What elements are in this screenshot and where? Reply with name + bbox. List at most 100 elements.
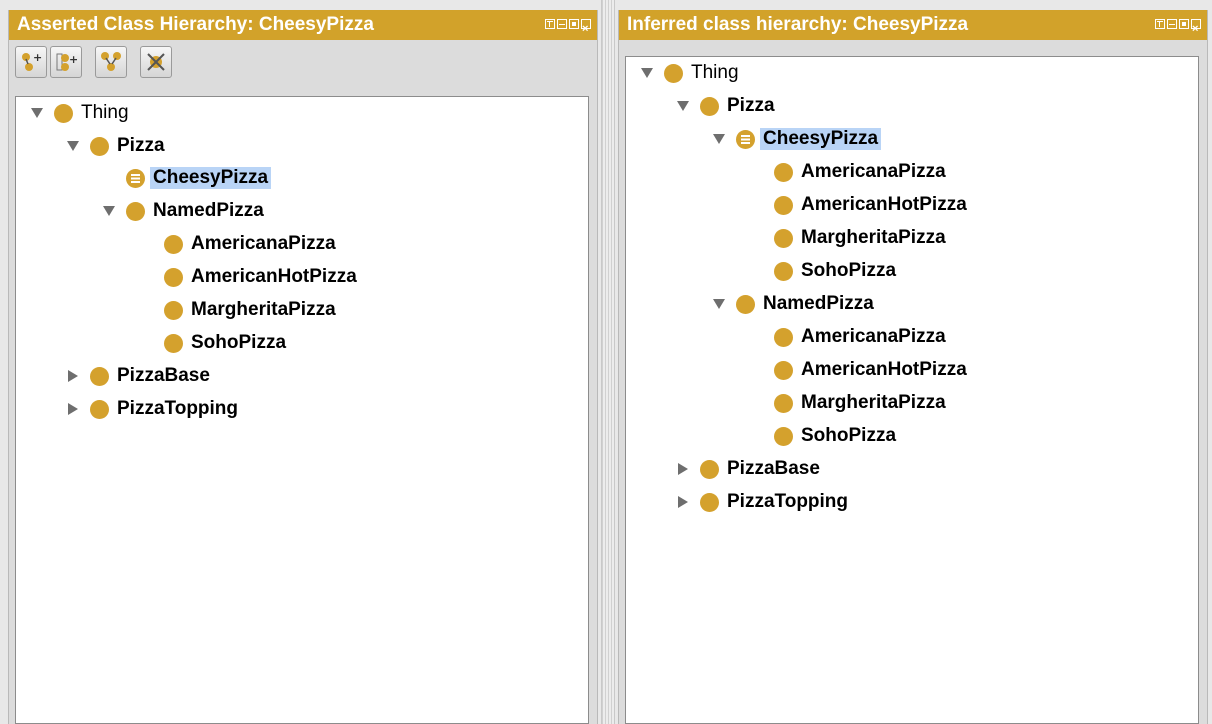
tree-node-margherita-pizza[interactable]: MargheritaPizza <box>158 295 336 325</box>
tree-node-cheesy-pizza[interactable]: CheesyPizza <box>120 163 272 193</box>
collapse-toggle[interactable] <box>62 361 84 391</box>
tree-node-pizza[interactable]: Pizza <box>672 91 775 121</box>
class-icon <box>774 162 793 182</box>
tree-node-label: SohoPizza <box>801 260 897 281</box>
tree-node-label-selected: CheesyPizza <box>150 167 272 189</box>
expand-toggle[interactable] <box>708 124 730 154</box>
maximize-icon[interactable] <box>1179 19 1189 29</box>
asserted-class-tree[interactable]: Thing Pizza CheesyPizza NamedPizza Ameri… <box>15 96 589 724</box>
add-subclass-button[interactable]: + <box>15 46 47 78</box>
class-icon <box>774 327 793 347</box>
tree-node-pizza-base[interactable]: PizzaBase <box>672 454 820 484</box>
add-disjoint-icon <box>101 52 121 71</box>
split-pane-divider[interactable] <box>601 0 615 724</box>
asserted-window-buttons <box>545 14 591 40</box>
tree-node-label: NamedPizza <box>763 293 874 314</box>
tree-node-label: MargheritaPizza <box>801 227 946 248</box>
class-icon <box>90 136 109 156</box>
asserted-panel-title: Asserted Class Hierarchy: CheesyPizza <box>17 14 374 35</box>
svg-text:+: + <box>69 53 77 66</box>
class-icon <box>90 399 109 419</box>
class-icon <box>774 261 793 281</box>
tree-node-margherita-pizza[interactable]: MargheritaPizza <box>768 223 946 253</box>
asserted-hierarchy-panel: Asserted Class Hierarchy: CheesyPizza + … <box>8 10 598 724</box>
class-icon <box>664 63 683 83</box>
class-icon <box>126 201 145 221</box>
maximize-icon[interactable] <box>569 19 579 29</box>
tree-node-label: AmericanHotPizza <box>191 266 357 287</box>
collapse-toggle[interactable] <box>672 454 694 484</box>
close-icon[interactable] <box>581 14 591 40</box>
tree-node-soho-pizza[interactable]: SohoPizza <box>768 421 896 451</box>
add-subclass-icon: + <box>22 51 42 71</box>
class-icon <box>90 366 109 386</box>
tree-node-americana-pizza[interactable]: AmericanaPizza <box>768 322 946 352</box>
add-disjoint-button[interactable] <box>95 46 127 78</box>
class-icon <box>164 267 183 287</box>
tree-node-pizza-base[interactable]: PizzaBase <box>62 361 210 391</box>
expand-toggle[interactable] <box>62 131 84 161</box>
delete-class-button[interactable] <box>140 46 172 78</box>
expand-toggle[interactable] <box>708 289 730 319</box>
tree-node-named-pizza[interactable]: NamedPizza <box>708 289 874 319</box>
view-options-icon[interactable] <box>1155 19 1165 29</box>
tree-node-soho-pizza[interactable]: SohoPizza <box>158 328 286 358</box>
class-icon <box>164 234 183 254</box>
tree-node-pizza-topping[interactable]: PizzaTopping <box>672 487 848 517</box>
tree-node-pizza-topping[interactable]: PizzaTopping <box>62 394 238 424</box>
expand-toggle[interactable] <box>672 91 694 121</box>
close-icon[interactable] <box>1191 14 1201 40</box>
tree-node-cheesy-pizza[interactable]: CheesyPizza <box>708 124 882 154</box>
tree-node-american-hot-pizza[interactable]: AmericanHotPizza <box>768 355 967 385</box>
tree-node-label-selected: CheesyPizza <box>760 128 882 150</box>
tree-node-american-hot-pizza[interactable]: AmericanHotPizza <box>158 262 357 292</box>
class-icon <box>700 96 719 116</box>
minimize-icon[interactable] <box>1167 19 1177 29</box>
asserted-panel-titlebar: Asserted Class Hierarchy: CheesyPizza <box>9 10 597 40</box>
tree-node-americana-pizza[interactable]: AmericanaPizza <box>768 157 946 187</box>
tree-node-american-hot-pizza[interactable]: AmericanHotPizza <box>768 190 967 220</box>
inferred-hierarchy-panel: Inferred class hierarchy: CheesyPizza Th… <box>618 10 1208 724</box>
inferred-window-buttons <box>1155 14 1201 40</box>
tree-node-label: PizzaTopping <box>727 491 849 512</box>
collapse-toggle[interactable] <box>62 394 84 424</box>
add-sibling-class-button[interactable]: + <box>50 46 82 78</box>
inferred-class-tree[interactable]: Thing Pizza CheesyPizza AmericanaPizza A… <box>625 56 1199 724</box>
tree-node-thing[interactable]: Thing <box>636 58 739 88</box>
tree-node-label: AmericanaPizza <box>801 326 946 347</box>
tree-node-soho-pizza[interactable]: SohoPizza <box>768 256 896 286</box>
class-icon <box>164 300 183 320</box>
tree-node-named-pizza[interactable]: NamedPizza <box>98 196 264 226</box>
class-icon <box>774 426 793 446</box>
tree-node-thing[interactable]: Thing <box>26 98 129 128</box>
delete-class-icon <box>147 53 165 71</box>
collapse-toggle[interactable] <box>672 487 694 517</box>
tree-node-label: AmericanaPizza <box>801 161 946 182</box>
tree-node-label: Thing <box>81 102 129 123</box>
tree-node-margherita-pizza[interactable]: MargheritaPizza <box>768 388 946 418</box>
view-options-icon[interactable] <box>545 19 555 29</box>
class-icon <box>736 294 755 314</box>
tree-node-label: PizzaTopping <box>117 398 239 419</box>
tree-node-pizza[interactable]: Pizza <box>62 131 165 161</box>
tree-node-label: AmericanHotPizza <box>801 194 967 215</box>
asserted-toolbar: + + <box>9 40 597 84</box>
class-icon <box>774 393 793 413</box>
tree-node-label: Pizza <box>117 135 165 156</box>
class-icon <box>774 195 793 215</box>
expand-toggle[interactable] <box>636 58 658 88</box>
tree-node-label: PizzaBase <box>727 458 820 479</box>
inferred-panel-title: Inferred class hierarchy: CheesyPizza <box>627 14 969 35</box>
tree-node-label: SohoPizza <box>191 332 287 353</box>
class-icon <box>700 459 719 479</box>
inferred-panel-titlebar: Inferred class hierarchy: CheesyPizza <box>619 10 1207 40</box>
defined-class-icon <box>736 129 755 149</box>
minimize-icon[interactable] <box>557 19 567 29</box>
tree-node-americana-pizza[interactable]: AmericanaPizza <box>158 229 336 259</box>
defined-class-icon <box>126 168 145 188</box>
tree-node-label: SohoPizza <box>801 425 897 446</box>
tree-node-label: AmericanHotPizza <box>801 359 967 380</box>
expand-toggle[interactable] <box>26 98 48 128</box>
expand-toggle[interactable] <box>98 196 120 226</box>
tree-node-label: NamedPizza <box>153 200 264 221</box>
